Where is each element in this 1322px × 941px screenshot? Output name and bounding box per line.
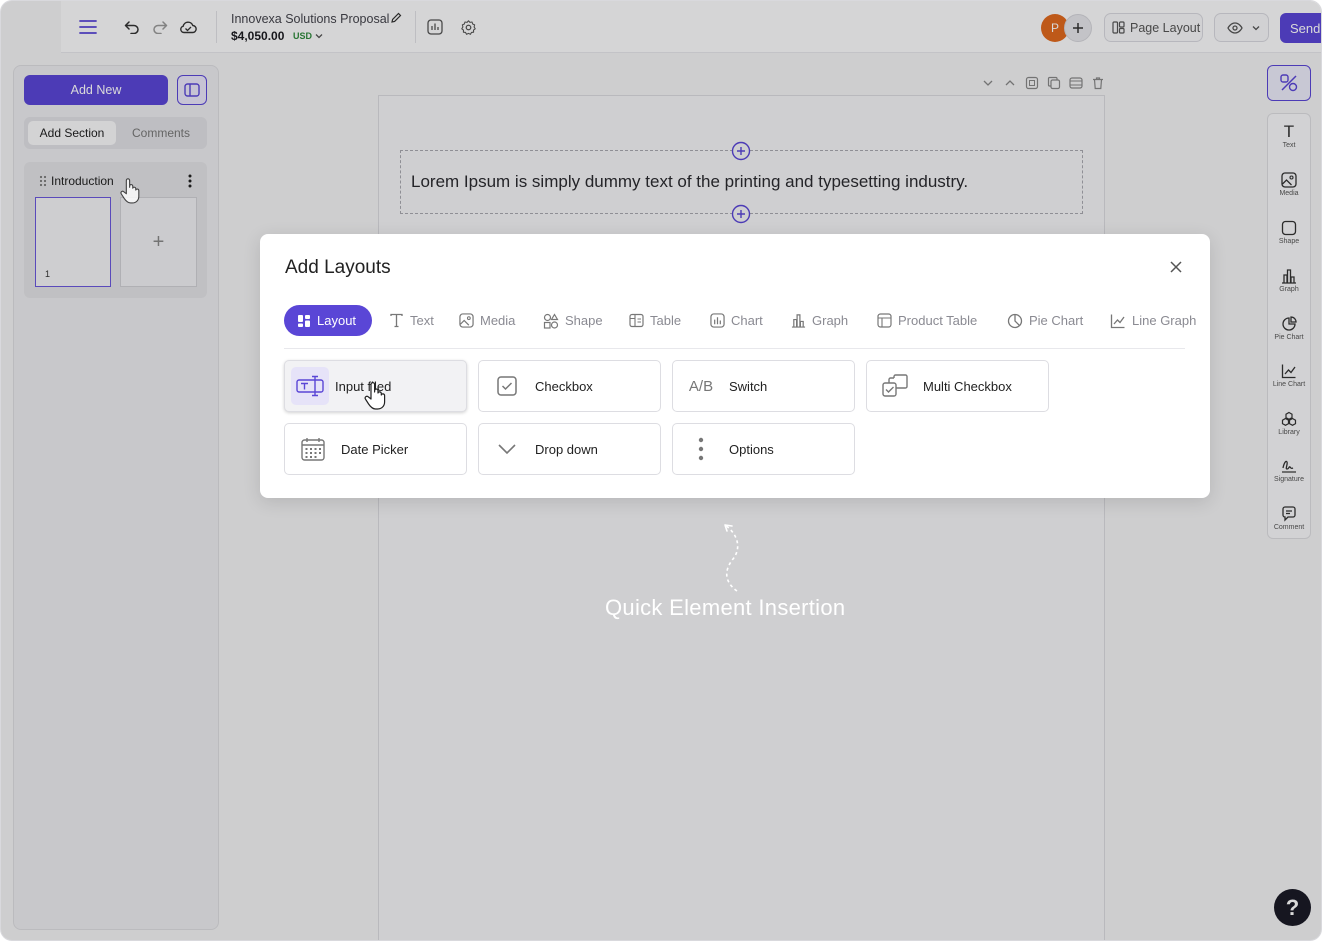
tab-graph[interactable]: Graph [791,305,848,336]
product-table-icon [877,313,892,328]
tab-label: Graph [812,313,849,328]
annotation-arrow [717,519,747,595]
element-label: Switch [729,378,768,394]
element-date-picker[interactable]: Date Picker [284,423,467,475]
element-label: Multi Checkbox [923,378,1012,394]
hand-cursor-icon [119,177,141,205]
close-icon[interactable] [1166,257,1186,277]
tab-label: Shape [565,313,603,328]
multi-checkbox-icon [873,374,917,398]
line-graph-icon [1110,313,1126,329]
tab-label: Line Graph [1132,313,1197,328]
element-checkbox[interactable]: Checkbox [478,360,661,412]
element-label: Date Picker [341,441,409,457]
text-icon [389,313,404,328]
layout-grid-icon [297,314,311,328]
chart-icon [710,313,725,328]
element-label: Options [729,441,774,457]
element-label: Checkbox [535,378,593,394]
tab-label: Layout [317,313,357,328]
tab-pie-chart[interactable]: Pie Chart [1007,305,1083,336]
tab-label: Pie Chart [1029,313,1084,328]
shape-icon [543,312,559,329]
element-multi-checkbox[interactable]: Multi Checkbox [866,360,1049,412]
table-icon [629,313,644,328]
tab-layout[interactable]: Layout [284,305,372,336]
switch-ab-icon: A/B [688,377,714,395]
hand-cursor-icon [363,381,387,411]
tab-text[interactable]: Text [389,305,434,336]
tab-label: Table [650,313,682,328]
tab-line-graph[interactable]: Line Graph [1110,305,1196,336]
tab-product-table[interactable]: Product Table [877,305,977,336]
app-window: Innovexa Solutions Proposal $4,050.00 US… [0,0,1322,941]
tab-shape[interactable]: Shape [543,305,603,336]
element-options[interactable]: Options [672,423,855,475]
tab-table[interactable]: Table [629,305,681,336]
input-field-icon [291,367,329,405]
tab-chart[interactable]: Chart [710,305,763,336]
element-switch[interactable]: A/B Switch [672,360,855,412]
element-label: Drop down [535,441,598,457]
divider [284,348,1185,349]
element-drop-down[interactable]: Drop down [478,423,661,475]
graph-icon [791,313,806,328]
tab-label: Media [480,313,516,328]
calendar-icon [291,437,335,461]
annotation-label: Quick Element Insertion [605,595,846,620]
tab-label: Product Table [898,313,978,328]
chevron-down-icon [485,443,529,455]
pie-chart-icon [1007,313,1023,329]
checkbox-icon [485,376,529,396]
dialog-title: Add Layouts [285,257,391,278]
vertical-dots-icon [679,437,723,461]
tab-media[interactable]: Media [459,305,515,336]
tab-label: Text [410,313,434,328]
media-icon [459,313,474,328]
tab-label: Chart [731,313,763,328]
